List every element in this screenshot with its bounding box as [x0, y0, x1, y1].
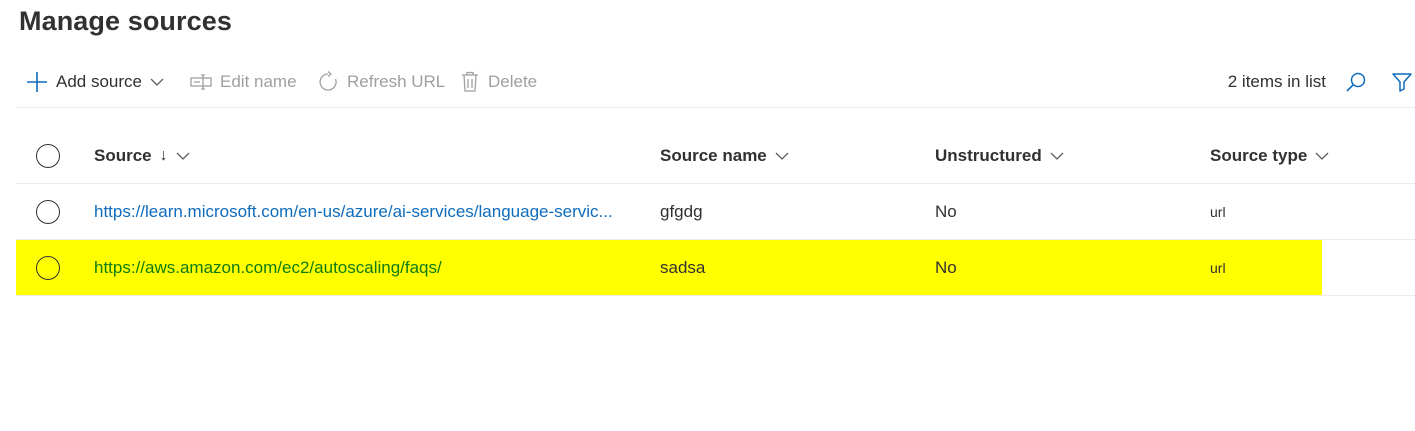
column-header-source-name-label: Source name — [660, 145, 767, 165]
column-header-source-label: Source — [94, 145, 152, 165]
column-header-source-type[interactable]: Source type — [1210, 128, 1410, 183]
chevron-down-icon — [1050, 151, 1064, 161]
sort-descending-icon: ↓ — [159, 146, 168, 164]
plus-icon — [26, 71, 48, 93]
source-name-cell: sadsa — [660, 257, 706, 277]
source-type-cell: url — [1210, 203, 1226, 220]
source-link[interactable]: https://aws.amazon.com/ec2/autoscaling/f… — [94, 258, 442, 278]
column-header-source-type-label: Source type — [1210, 145, 1308, 165]
source-cell: https://aws.amazon.com/ec2/autoscaling/f… — [94, 240, 639, 295]
unstructured-cell: No — [935, 201, 957, 221]
table-row[interactable]: https://learn.microsoft.com/en-us/azure/… — [16, 184, 1415, 240]
rename-icon — [190, 73, 212, 91]
row-select-cell — [36, 240, 62, 295]
unstructured-cell: No — [935, 257, 957, 277]
refresh-url-label: Refresh URL — [347, 72, 446, 91]
row-select-cell — [36, 184, 62, 239]
chevron-down-icon — [150, 77, 164, 87]
edit-name-label: Edit name — [220, 72, 297, 91]
source-type-cell: url — [1210, 259, 1226, 276]
table-row[interactable]: https://aws.amazon.com/ec2/autoscaling/f… — [16, 240, 1415, 296]
source-name-cell: gfgdg — [660, 201, 703, 221]
refresh-url-button[interactable]: Refresh URL — [317, 68, 445, 96]
edit-name-button[interactable]: Edit name — [190, 68, 297, 96]
column-header-source[interactable]: Source ↓ — [94, 128, 639, 183]
chevron-down-icon — [775, 151, 789, 161]
column-header-source-name[interactable]: Source name — [660, 128, 910, 183]
chevron-down-icon — [1315, 151, 1329, 161]
table-header-row: Source ↓ Source name Unstructured Source… — [16, 128, 1415, 184]
select-all-checkbox[interactable] — [36, 143, 60, 168]
add-source-label: Add source — [56, 72, 142, 91]
select-all-cell — [36, 128, 62, 183]
item-count: 2 items in list — [1227, 72, 1326, 91]
search-icon[interactable] — [1343, 69, 1369, 95]
page-title: Manage sources — [19, 6, 232, 36]
sources-table: Source ↓ Source name Unstructured Source… — [16, 128, 1415, 296]
column-header-unstructured[interactable]: Unstructured — [935, 128, 1185, 183]
delete-label: Delete — [488, 72, 538, 91]
add-source-button[interactable]: Add source — [26, 68, 164, 96]
row-select-checkbox[interactable] — [36, 199, 60, 224]
command-bar: Add source Edit name Refresh URL Delete … — [16, 56, 1415, 108]
trash-icon — [460, 71, 480, 93]
column-header-unstructured-label: Unstructured — [935, 145, 1042, 165]
source-cell: https://learn.microsoft.com/en-us/azure/… — [94, 184, 639, 239]
source-link[interactable]: https://learn.microsoft.com/en-us/azure/… — [94, 202, 613, 222]
refresh-icon — [317, 71, 339, 93]
row-select-checkbox[interactable] — [36, 255, 60, 280]
chevron-down-icon — [176, 151, 190, 161]
manage-sources-page: Manage sources Add source Edit name Refr… — [0, 0, 1415, 431]
filter-icon[interactable] — [1389, 69, 1415, 95]
delete-button[interactable]: Delete — [460, 68, 537, 96]
